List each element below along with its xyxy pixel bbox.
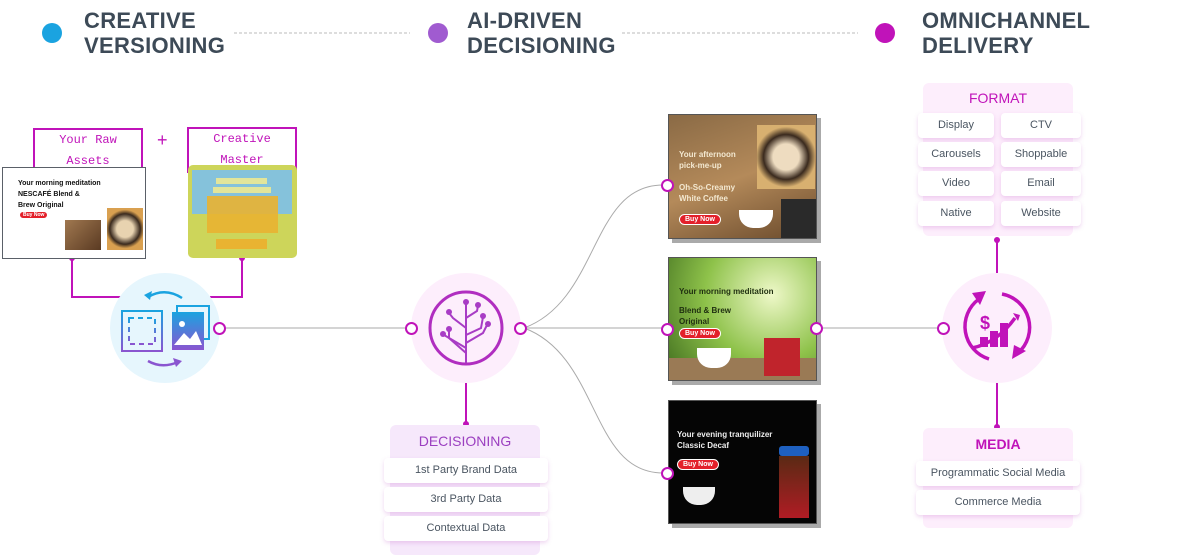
creative-master-template — [188, 165, 297, 258]
raw-ad-buy-button: Buy Now — [19, 211, 49, 219]
ad-buy-button: Buy Now — [679, 328, 721, 339]
format-item-display: Display — [918, 113, 994, 138]
connector-port — [937, 322, 950, 335]
format-item-native: Native — [918, 201, 994, 226]
media-item: Commerce Media — [916, 490, 1080, 515]
ad-buy-button: Buy Now — [679, 214, 721, 225]
stage-dot-creative — [42, 23, 62, 43]
stage-title-creative-versioning: CREATIVE VERSIONING — [84, 8, 226, 58]
format-item-shoppable: Shoppable — [1001, 142, 1081, 167]
revenue-growth-cycle-icon: $ — [963, 291, 1032, 361]
ad-product: Oh-So-Creamy White Coffee — [679, 183, 736, 203]
format-item-carousels: Carousels — [918, 142, 994, 167]
ad-headline: Your afternoon pick-me-up — [679, 150, 736, 170]
connector-port — [213, 322, 226, 335]
format-item-video: Video — [918, 171, 994, 196]
connector-port — [661, 323, 674, 336]
connector-port — [405, 322, 418, 335]
stage-title-ai-decisioning: AI-DRIVEN DECISIONING — [467, 8, 616, 58]
format-item-email: Email — [1001, 171, 1081, 196]
creative-versioning-node — [110, 273, 220, 383]
decisioning-item: Contextual Data — [384, 516, 548, 541]
format-item-ctv: CTV — [1001, 113, 1081, 138]
connector-port — [810, 322, 823, 335]
format-title: FORMAT — [968, 90, 1028, 106]
raw-ad-product: NESCAFÉ Blend & Brew Original — [18, 191, 80, 209]
ad-product: Classic Decaf — [677, 441, 730, 450]
ad-headline: Your morning meditation — [679, 287, 774, 296]
stage-title-omnichannel-delivery: OMNICHANNEL DELIVERY — [922, 8, 1091, 58]
decision-tree-icon — [428, 290, 504, 366]
connector-port — [514, 322, 527, 335]
plus-sign: + — [157, 130, 168, 150]
connector-port — [661, 179, 674, 192]
raw-asset-ad: Your morning meditation NESCAFÉ Blend & … — [2, 167, 146, 259]
stage-dot-decisioning — [428, 23, 448, 43]
decisioning-title: DECISIONING — [418, 433, 512, 449]
decisioning-item: 3rd Party Data — [384, 487, 548, 512]
ad-headline: Your evening tranquilizer — [677, 430, 773, 439]
stage-dot-delivery — [875, 23, 895, 43]
ad-variant-morning: Your morning meditation Blend & Brew Ori… — [668, 257, 817, 381]
raw-ad-headline: Your morning meditation — [18, 180, 101, 187]
image-versioning-icon — [121, 291, 210, 367]
ai-decisioning-node — [411, 273, 521, 383]
ad-variant-afternoon: Your afternoon pick-me-up Oh-So-Creamy W… — [668, 114, 817, 239]
format-item-website: Website — [1001, 201, 1081, 226]
product-pack-photo — [107, 208, 143, 250]
media-title: MEDIA — [975, 436, 1021, 452]
ad-product: Blend & Brew Original — [679, 306, 732, 326]
decisioning-item: 1st Party Brand Data — [384, 458, 548, 483]
connector-port — [661, 467, 674, 480]
svg-text:$: $ — [980, 313, 990, 333]
media-item: Programmatic Social Media — [916, 461, 1080, 486]
ad-variant-evening: Your evening tranquilizer Classic Decaf … — [668, 400, 817, 524]
ad-buy-button: Buy Now — [677, 459, 719, 470]
omnichannel-delivery-node: $ — [942, 273, 1052, 383]
coffee-photo — [65, 220, 101, 250]
